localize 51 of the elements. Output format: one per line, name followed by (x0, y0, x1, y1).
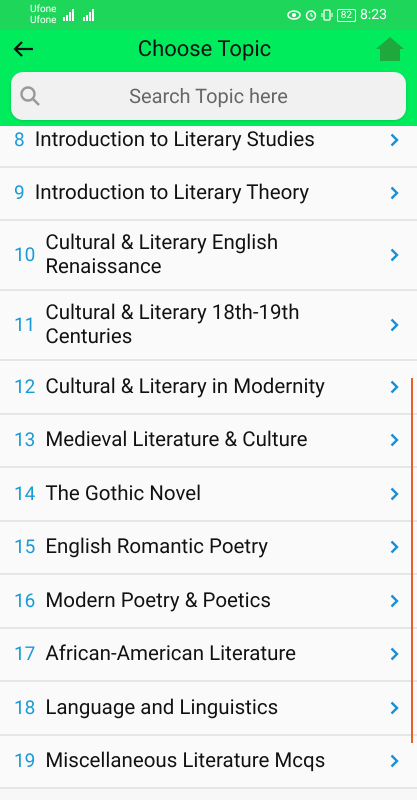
page-title: Choose Topic (136, 36, 272, 64)
topic-item[interactable]: 17 African-American Literature (0, 628, 417, 682)
topic-number: 13 (14, 427, 36, 453)
alarm-icon (304, 9, 317, 21)
chevron-right-icon (390, 132, 399, 147)
chevron-right-icon (390, 594, 399, 608)
topic-title: English Romantic Poetry (45, 535, 269, 560)
topic-number: 10 (14, 242, 36, 268)
topic-title: Language and Linguistics (45, 696, 280, 720)
battery-indicator: 82 (336, 8, 356, 22)
chevron-right-icon (390, 647, 399, 662)
topic-number: 12 (14, 374, 36, 400)
topic-item[interactable]: 15 English Romantic Poetry (0, 522, 417, 575)
chevron-right-icon (390, 318, 399, 332)
topic-item[interactable]: 9 Introduction to Literary Theory (0, 168, 417, 221)
topic-number: 11 (14, 312, 36, 338)
clock-time: 8:23 (360, 6, 387, 24)
search-field[interactable]: Search Topic here (11, 72, 406, 120)
topic-title: Introduction to Literary Studies (34, 128, 316, 152)
topic-title: Cultural & Literary 18th-19th Centuries (45, 301, 301, 349)
topic-title: Introduction to Literary Theory (34, 181, 310, 206)
chevron-right-icon (390, 380, 399, 394)
chevron-right-icon (390, 754, 399, 768)
topic-number: 8 (14, 126, 25, 152)
topic-title: The Gothic Novel (45, 482, 202, 506)
topic-number: 17 (14, 641, 36, 667)
search-icon (19, 85, 41, 107)
eye-icon (286, 10, 301, 20)
carrier-label: Ufone (30, 15, 56, 26)
topic-title: Cultural & Literary English Renaissance (45, 231, 280, 279)
chevron-right-icon (390, 433, 399, 448)
chevron-right-icon (390, 248, 399, 262)
vibrate-icon (320, 9, 333, 21)
topic-number: 14 (14, 480, 36, 506)
topic-title: Miscellaneous Literature Mcqs (45, 749, 326, 774)
topic-item[interactable]: 19 Miscellaneous Literature Mcqs (0, 736, 417, 789)
topic-number: 19 (14, 748, 36, 774)
topic-title: Cultural & Literary in Modernity (45, 374, 326, 399)
chevron-right-icon (390, 486, 399, 501)
topic-title: African-American Literature (45, 642, 298, 666)
topic-number: 18 (14, 694, 36, 720)
carrier-label: Ufone (30, 4, 56, 15)
topic-item[interactable]: 13 Medieval Literature & Culture (0, 414, 417, 468)
topic-number: 16 (14, 588, 36, 614)
chevron-right-icon (390, 186, 399, 200)
topic-number: 15 (14, 534, 36, 560)
chevron-right-icon (390, 540, 399, 554)
topic-title: Modern Poetry & Poetics (45, 588, 272, 613)
chevron-right-icon (390, 700, 399, 715)
topic-title: Medieval Literature & Culture (45, 428, 309, 452)
topic-number: 9 (14, 180, 25, 206)
